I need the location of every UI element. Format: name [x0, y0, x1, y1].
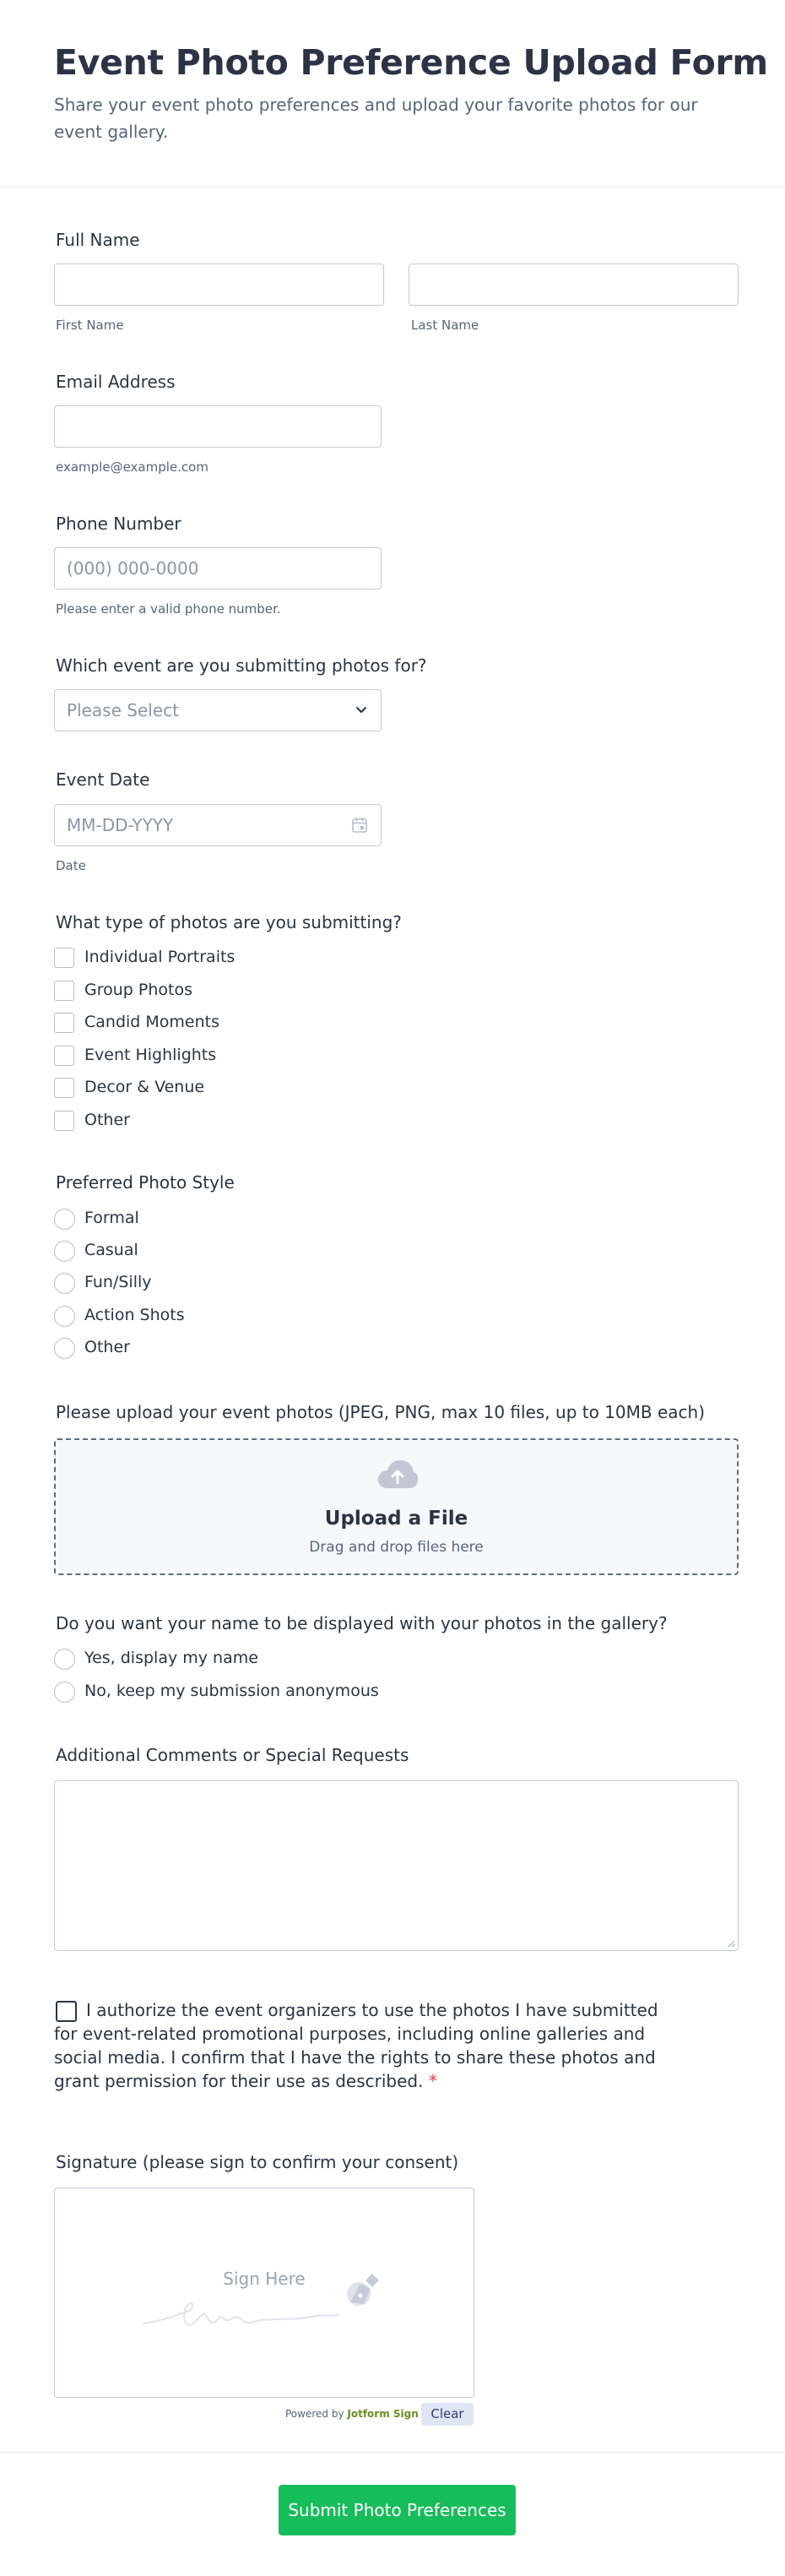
submit-button[interactable]: Submit Photo Preferences [279, 2485, 516, 2535]
option-label: No, keep my submission anonymous [84, 1682, 379, 1700]
powered-prefix: Powered by [285, 2408, 344, 2420]
event-select[interactable]: Please Select [54, 689, 382, 731]
first-name-input[interactable] [54, 264, 384, 306]
consent-text: I authorize the event organizers to use … [54, 1998, 662, 2093]
form-page: Event Photo Preference Upload Form Share… [0, 0, 785, 2576]
powered-brand[interactable]: Jotform Sign [347, 2408, 418, 2420]
powered-by: Powered by Jotform Sign [285, 2408, 419, 2420]
footer-divider [0, 2452, 785, 2453]
radio-button[interactable] [54, 1306, 75, 1327]
radio-button[interactable] [54, 1682, 75, 1703]
radio-button[interactable] [54, 1649, 75, 1670]
upload-title: Upload a File [324, 1508, 468, 1530]
email-label: Email Address [56, 372, 176, 392]
phone-placeholder: (000) 000-0000 [67, 558, 199, 579]
radio-button[interactable] [54, 1273, 75, 1294]
event-date-input[interactable]: MM-DD-YYYY [54, 804, 382, 846]
calendar-icon[interactable] [350, 816, 369, 834]
option-label: Decor & Venue [84, 1078, 205, 1096]
first-name-sublabel: First Name [56, 318, 124, 333]
full-name-label: Full Name [56, 230, 140, 250]
option-label: Yes, display my name [84, 1649, 258, 1667]
checkbox[interactable] [54, 1078, 74, 1098]
photo-style-label: Preferred Photo Style [56, 1172, 235, 1193]
upload-subtitle: Drag and drop files here [309, 1539, 484, 1556]
comments-textarea[interactable] [54, 1780, 739, 1951]
phone-sublabel: Please enter a valid phone number. [56, 601, 281, 617]
checkbox[interactable] [54, 1111, 74, 1131]
option-label: Casual [84, 1241, 138, 1259]
clear-signature-button[interactable]: Clear [421, 2403, 474, 2426]
radio-button[interactable] [54, 1241, 75, 1262]
option-label: Candid Moments [84, 1013, 219, 1031]
radio-button[interactable] [54, 1209, 75, 1230]
phone-input[interactable]: (000) 000-0000 [54, 547, 382, 590]
form-title: Event Photo Preference Upload Form [54, 42, 768, 83]
option-label: Fun/Silly [84, 1273, 152, 1291]
signature-label: Signature (please sign to confirm your c… [56, 2152, 459, 2172]
checkbox[interactable] [54, 948, 74, 968]
signature-placeholder: Sign Here [223, 2269, 306, 2289]
option-label: Individual Portraits [84, 948, 236, 966]
event-date-placeholder: MM-DD-YYYY [67, 815, 174, 835]
file-upload-dropzone[interactable]: Upload a File Drag and drop files here [54, 1438, 739, 1575]
required-mark: * [428, 2071, 437, 2091]
resize-handle-icon[interactable] [727, 1939, 735, 1948]
option-label: Formal [84, 1209, 139, 1227]
checkbox[interactable] [54, 1013, 74, 1033]
option-label: Other [84, 1338, 130, 1356]
option-label: Other [84, 1111, 130, 1129]
event-date-sublabel: Date [56, 858, 86, 873]
email-input[interactable] [54, 405, 382, 448]
option-label: Group Photos [84, 981, 192, 999]
comments-label: Additional Comments or Special Requests [56, 1745, 409, 1765]
photo-types-label: What type of photos are you submitting? [56, 912, 402, 932]
display-name-label: Do you want your name to be displayed wi… [56, 1613, 668, 1633]
form-subtitle: Share your event photo preferences and u… [54, 95, 698, 142]
signature-pad[interactable]: Sign Here [54, 2187, 474, 2398]
consent-statement: I authorize the event organizers to use … [54, 2000, 658, 2091]
event-label: Which event are you submitting photos fo… [56, 655, 427, 676]
phone-label: Phone Number [56, 514, 181, 534]
radio-button[interactable] [54, 1338, 75, 1359]
option-label: Event Highlights [84, 1046, 217, 1064]
form-header: Event Photo Preference Upload Form Share… [0, 0, 785, 187]
last-name-sublabel: Last Name [411, 318, 479, 333]
email-sublabel: example@example.com [56, 459, 208, 475]
upload-label: Please upload your event photos (JPEG, P… [56, 1402, 706, 1422]
last-name-input[interactable] [409, 264, 739, 306]
event-date-label: Event Date [56, 769, 150, 790]
option-label: Action Shots [84, 1306, 185, 1324]
checkbox[interactable] [54, 981, 74, 1001]
checkbox[interactable] [54, 1046, 74, 1066]
cloud-upload-icon [377, 1460, 419, 1488]
chevron-down-icon [356, 707, 366, 713]
event-select-value: Please Select [67, 700, 179, 720]
